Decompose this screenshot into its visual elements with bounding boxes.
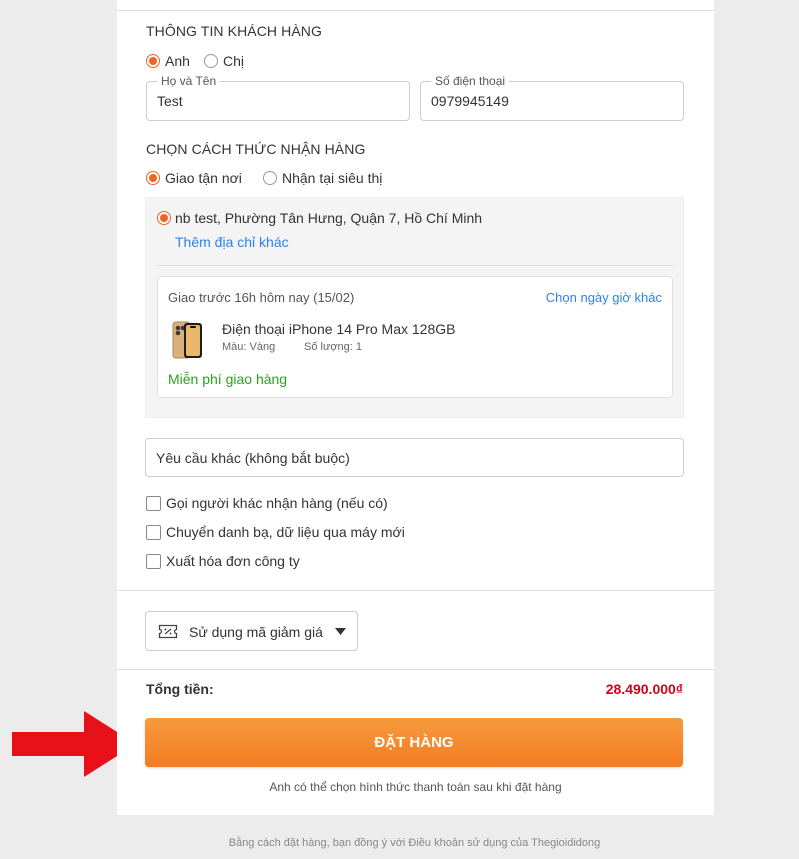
delivery-option-home-label: Giao tận nơi: [165, 170, 242, 187]
change-schedule-link[interactable]: Chọn ngày giờ khác: [546, 290, 662, 305]
checkbox-icon[interactable]: [146, 495, 161, 511]
radio-checked-icon[interactable]: [146, 54, 160, 69]
ticket-icon: [158, 624, 178, 639]
delivery-section-title: CHỌN CÁCH THỨC NHẬN HÀNG: [146, 141, 366, 157]
other-request-placeholder: Yêu cầu khác (không bắt buộc): [156, 450, 350, 466]
name-field-value[interactable]: Test: [157, 93, 183, 109]
radio-unchecked-icon[interactable]: [263, 171, 277, 186]
customer-section-title: THÔNG TIN KHÁCH HÀNG: [146, 23, 322, 39]
checkbox-icon[interactable]: [146, 524, 161, 540]
product-name: Điện thoại iPhone 14 Pro Max 128GB: [222, 321, 456, 337]
address-option[interactable]: nb test, Phường Tân Hưng, Quận 7, Hồ Chí…: [157, 209, 482, 226]
add-address-link[interactable]: Thêm địa chỉ khác: [175, 234, 289, 250]
divider: [157, 265, 673, 266]
option-label: Xuất hóa đơn công ty: [166, 553, 300, 570]
divider: [117, 669, 714, 670]
radio-checked-icon[interactable]: [157, 211, 171, 226]
salutation-male[interactable]: Anh: [146, 52, 190, 69]
product-quantity: Số lượng: 1: [304, 341, 362, 353]
option-transfer-data[interactable]: Chuyển danh bạ, dữ liệu qua máy mới: [146, 523, 405, 540]
phone-field[interactable]: Số điện thoại 0979945149: [420, 74, 684, 121]
option-label: Gọi người khác nhận hàng (nếu có): [166, 495, 388, 512]
delivery-box: nb test, Phường Tân Hưng, Quận 7, Hồ Chí…: [145, 197, 684, 418]
name-field-legend: Họ và Tên: [157, 74, 221, 88]
shipment-card: Giao trước 16h hôm nay (15/02) Chọn ngày…: [157, 276, 673, 398]
phone-field-value[interactable]: 0979945149: [431, 93, 509, 109]
salutation-female[interactable]: Chị: [204, 52, 244, 69]
total-label: Tổng tiền:: [146, 681, 214, 697]
option-call-other[interactable]: Gọi người khác nhận hàng (nếu có): [146, 494, 388, 511]
place-order-button[interactable]: ĐẶT HÀNG: [145, 718, 683, 767]
option-label: Chuyển danh bạ, dữ liệu qua máy mới: [166, 524, 405, 541]
name-field[interactable]: Họ và Tên Test: [146, 74, 410, 121]
divider: [117, 10, 714, 11]
salutation-male-label: Anh: [165, 53, 190, 70]
caret-down-icon: [335, 628, 346, 635]
coupon-label: Sử dụng mã giảm giá: [189, 624, 323, 640]
radio-checked-icon[interactable]: [146, 171, 160, 186]
radio-unchecked-icon[interactable]: [204, 54, 218, 69]
total-value: 28.490.000₫: [605, 681, 683, 697]
address-text: nb test, Phường Tân Hưng, Quận 7, Hồ Chí…: [175, 210, 483, 227]
option-company-invoice[interactable]: Xuất hóa đơn công ty: [146, 552, 300, 569]
checkout-card: THÔNG TIN KHÁCH HÀNG Anh Chị Họ và Tên T…: [117, 0, 714, 815]
phone-field-legend: Số điện thoại: [431, 74, 510, 88]
delivery-option-home[interactable]: Giao tận nơi: [146, 169, 242, 186]
other-request-input[interactable]: Yêu cầu khác (không bắt buộc): [145, 438, 684, 477]
product-color: Màu: Vàng: [222, 341, 276, 353]
divider: [117, 590, 714, 591]
delivery-schedule: Giao trước 16h hôm nay (15/02): [168, 290, 355, 305]
payment-note: Anh có thể chọn hình thức thanh toán sau…: [269, 780, 562, 794]
salutation-female-label: Chị: [223, 53, 245, 70]
terms-note: Bằng cách đặt hàng, bạn đồng ý với Điều …: [228, 837, 601, 849]
checkbox-icon[interactable]: [146, 553, 161, 569]
shipping-note: Miễn phí giao hàng: [168, 371, 288, 387]
delivery-option-store[interactable]: Nhận tại siêu thị: [263, 169, 382, 186]
coupon-dropdown[interactable]: Sử dụng mã giảm giá: [145, 611, 358, 651]
delivery-option-store-label: Nhận tại siêu thị: [282, 170, 383, 187]
iphone-product-image: [172, 321, 202, 359]
